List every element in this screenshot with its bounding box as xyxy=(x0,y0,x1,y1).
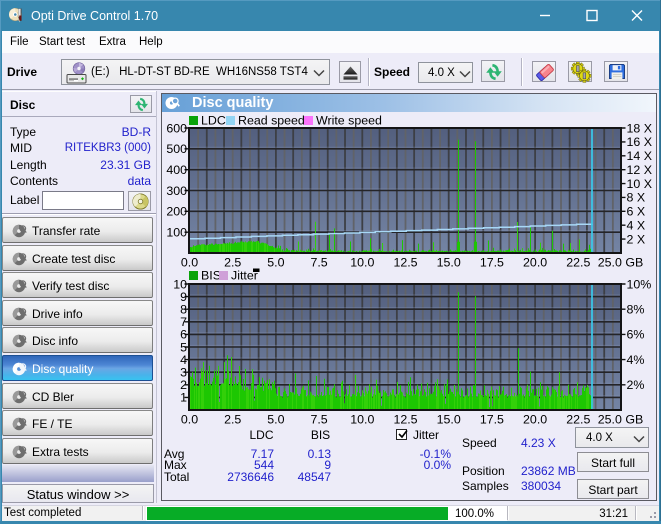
svg-text:20.0: 20.0 xyxy=(523,412,547,426)
svg-text:8 X: 8 X xyxy=(627,191,646,205)
svg-text:Read speed: Read speed xyxy=(238,114,305,128)
svg-text:5: 5 xyxy=(180,340,187,354)
svg-text:22.5: 22.5 xyxy=(566,412,590,426)
svg-text:2 X: 2 X xyxy=(627,232,646,246)
svg-text:8%: 8% xyxy=(627,303,645,317)
svg-text:16 X: 16 X xyxy=(627,135,653,149)
svg-text:7.5: 7.5 xyxy=(310,412,327,426)
svg-text:12.5: 12.5 xyxy=(393,412,417,426)
svg-text:300: 300 xyxy=(166,184,187,198)
svg-text:BIS: BIS xyxy=(201,269,221,283)
svg-text:600: 600 xyxy=(166,121,187,135)
svg-text:5.0: 5.0 xyxy=(267,412,284,426)
svg-text:2.5: 2.5 xyxy=(224,412,241,426)
svg-text:1: 1 xyxy=(180,391,187,405)
svg-text:8: 8 xyxy=(180,303,187,317)
svg-text:100: 100 xyxy=(166,226,187,240)
svg-text:10 X: 10 X xyxy=(627,177,653,191)
svg-text:15.0: 15.0 xyxy=(437,412,461,426)
svg-text:LDC: LDC xyxy=(201,114,226,128)
svg-text:500: 500 xyxy=(166,142,187,156)
svg-text:25.0 GB: 25.0 GB xyxy=(598,412,643,426)
svg-text:14 X: 14 X xyxy=(627,149,653,163)
svg-text:18 X: 18 X xyxy=(627,121,653,135)
svg-text:10%: 10% xyxy=(627,277,652,291)
svg-text:200: 200 xyxy=(166,205,187,219)
svg-text:0.0: 0.0 xyxy=(181,412,198,426)
svg-text:7: 7 xyxy=(180,315,187,329)
svg-text:4%: 4% xyxy=(627,353,645,367)
svg-text:2: 2 xyxy=(180,378,187,392)
svg-text:10.0: 10.0 xyxy=(350,412,374,426)
svg-text:400: 400 xyxy=(166,163,187,177)
svg-text:10: 10 xyxy=(173,277,187,291)
svg-text:2%: 2% xyxy=(627,378,645,392)
svg-text:9: 9 xyxy=(180,290,187,304)
svg-text:3: 3 xyxy=(180,366,187,380)
svg-text:4 X: 4 X xyxy=(627,219,646,233)
svg-text:6: 6 xyxy=(180,328,187,342)
svg-text:6 X: 6 X xyxy=(627,205,646,219)
svg-text:4: 4 xyxy=(180,353,187,367)
svg-text:6%: 6% xyxy=(627,328,645,342)
svg-text:Write speed: Write speed xyxy=(316,114,382,128)
svg-text:12 X: 12 X xyxy=(627,163,653,177)
svg-text:17.5: 17.5 xyxy=(480,412,504,426)
